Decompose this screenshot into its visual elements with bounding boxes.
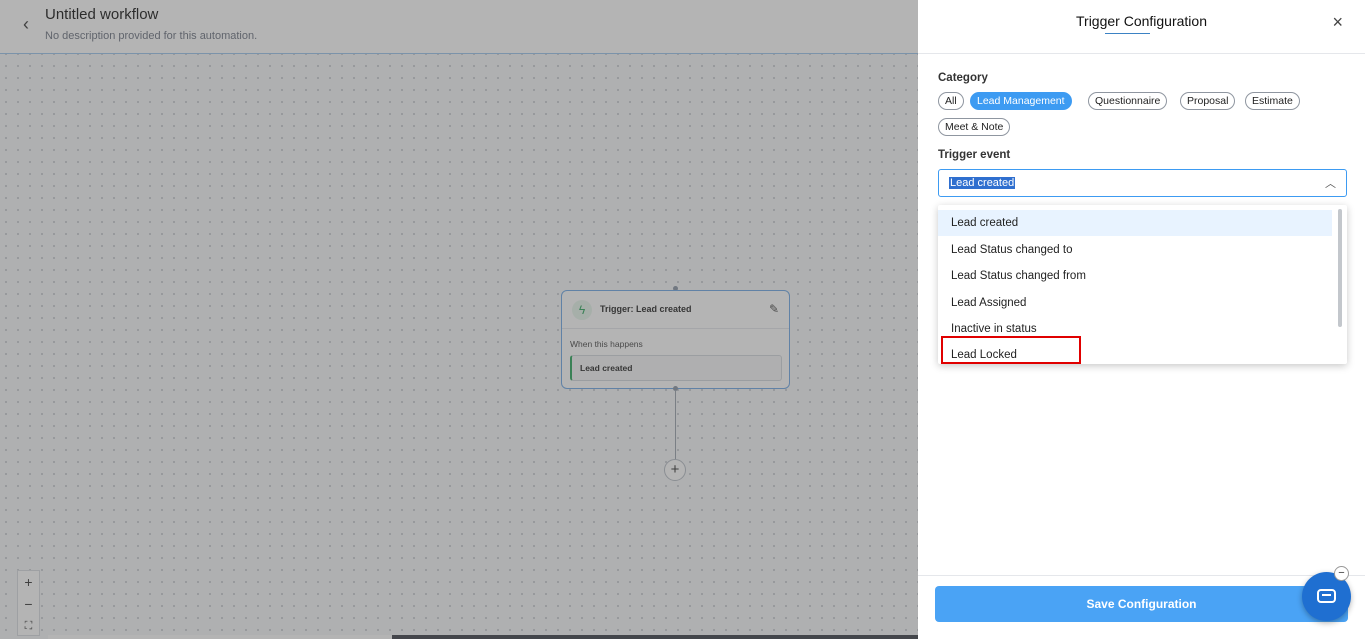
category-chip-all[interactable]: All <box>938 92 964 110</box>
chevron-up-icon: ︿ <box>1325 178 1336 190</box>
category-chip-questionnaire[interactable]: Questionnaire <box>1088 92 1168 110</box>
title-underline <box>1105 33 1150 34</box>
modal-backdrop[interactable] <box>0 0 918 639</box>
minimize-icon[interactable]: − <box>1334 566 1349 581</box>
dropdown-scrollbar[interactable] <box>1338 209 1342 327</box>
panel-header: Trigger Configuration × <box>918 0 1365 54</box>
category-chip-lead-management[interactable]: Lead Management <box>970 92 1072 110</box>
highlight-box <box>941 336 1081 364</box>
category-chip-proposal[interactable]: Proposal <box>1180 92 1236 110</box>
trigger-event-label: Trigger event <box>938 149 1011 161</box>
option-lead-status-changed-from[interactable]: Lead Status changed from <box>938 263 1332 289</box>
trigger-event-value: Lead created <box>949 177 1016 189</box>
close-icon[interactable]: × <box>1332 12 1343 33</box>
panel-footer: Save Configuration <box>918 575 1365 639</box>
chat-icon <box>1317 589 1336 603</box>
option-lead-assigned[interactable]: Lead Assigned <box>938 290 1332 316</box>
trigger-config-panel: Trigger Configuration × Category All Lea… <box>918 0 1365 639</box>
category-label: Category <box>938 72 988 84</box>
trigger-event-select[interactable]: Lead created ︿ <box>938 169 1347 197</box>
save-configuration-button[interactable]: Save Configuration <box>935 586 1348 622</box>
option-lead-status-changed-to[interactable]: Lead Status changed to <box>938 237 1332 263</box>
category-chip-meet-note[interactable]: Meet & Note <box>938 118 1011 136</box>
panel-title: Trigger Configuration <box>1076 13 1207 29</box>
option-lead-created[interactable]: Lead created <box>938 210 1332 236</box>
category-chip-estimate[interactable]: Estimate <box>1245 92 1300 110</box>
